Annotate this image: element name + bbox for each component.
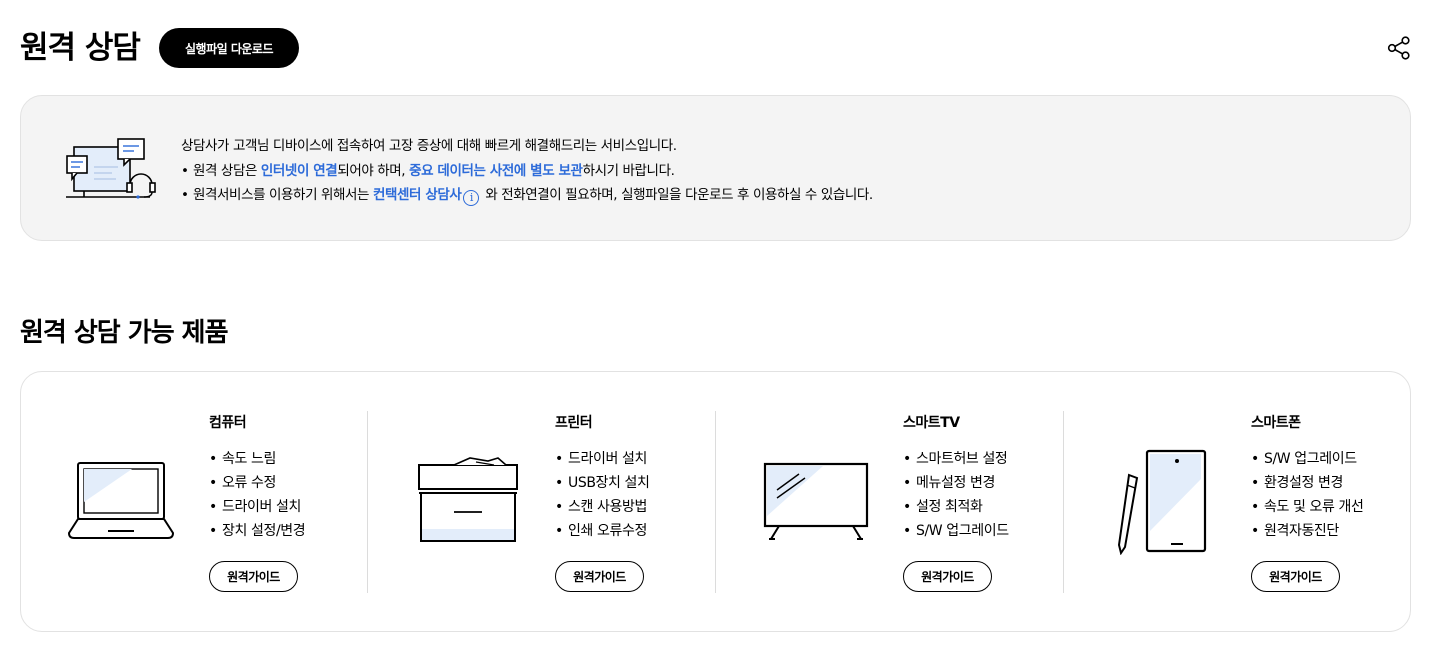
remote-guide-button-smartphone[interactable]: 원격가이드 — [1251, 561, 1340, 592]
list-item: 속도 및 오류 개선 — [1251, 495, 1364, 519]
list-item: 설정 최적화 — [903, 495, 1009, 519]
feature-list: 속도 느림 오류 수정 드라이버 설치 장치 설정/변경 — [209, 447, 306, 543]
page-header: 원격 상담 실행파일 다운로드 — [20, 27, 1412, 69]
info-icon[interactable]: i — [463, 190, 480, 206]
smartphone-icon — [1115, 449, 1207, 559]
list-item: 스캔 사용방법 — [555, 495, 650, 519]
printer-icon — [418, 457, 518, 547]
list-item: 스마트허브 설정 — [903, 447, 1009, 471]
list-item: 메뉴설정 변경 — [903, 471, 1009, 495]
info-text: 상담사가 고객님 디바이스에 접속하여 고장 증상에 대해 빠르게 해결해드리는… — [181, 134, 873, 208]
list-item: 환경설정 변경 — [1251, 471, 1364, 495]
products-panel: 컴퓨터 속도 느림 오류 수정 드라이버 설치 장치 설정/변경 원격가이드 프… — [20, 371, 1411, 632]
product-printer: 프린터 드라이버 설치 USB장치 설치 스캔 사용방법 인쇄 오류수정 원격가… — [367, 372, 715, 633]
info-line-notice: • 원격 상담은 인터넷이 연결되어야 하며, 중요 데이터는 사전에 별도 보관… — [181, 162, 675, 179]
remote-guide-button-smart-tv[interactable]: 원격가이드 — [903, 561, 992, 592]
remote-guide-button-printer[interactable]: 원격가이드 — [555, 561, 644, 592]
highlight-backup: 중요 데이터는 사전에 별도 보관 — [409, 162, 583, 179]
info-panel: 상담사가 고객님 디바이스에 접속하여 고장 증상에 대해 빠르게 해결해드리는… — [20, 95, 1411, 241]
info-line-intro: 상담사가 고객님 디바이스에 접속하여 고장 증상에 대해 빠르게 해결해드리는… — [181, 138, 677, 154]
contact-center-link[interactable]: 컨택센터 상담사 — [373, 187, 462, 203]
section-title: 원격 상담 가능 제품 — [20, 318, 229, 348]
list-item: S/W 업그레이드 — [903, 519, 1009, 543]
divider — [1063, 411, 1064, 593]
divider — [715, 411, 716, 593]
list-item: 속도 느림 — [209, 447, 305, 471]
list-item: 인쇄 오류수정 — [555, 519, 650, 543]
product-name: 컴퓨터 — [209, 415, 247, 431]
list-item: 오류 수정 — [209, 471, 305, 495]
list-item: USB장치 설치 — [555, 471, 650, 495]
tv-icon — [763, 462, 869, 546]
list-item: 드라이버 설치 — [209, 495, 305, 519]
remote-support-illustration-icon — [66, 137, 156, 201]
product-name: 프린터 — [555, 415, 593, 431]
product-computer: 컴퓨터 속도 느림 오류 수정 드라이버 설치 장치 설정/변경 원격가이드 — [21, 372, 369, 633]
download-executable-button[interactable]: 실행파일 다운로드 — [159, 28, 299, 68]
feature-list: 스마트허브 설정 메뉴설정 변경 설정 최적화 S/W 업그레이드 — [903, 447, 1009, 543]
product-smart-tv: 스마트TV 스마트허브 설정 메뉴설정 변경 설정 최적화 S/W 업그레이드 … — [715, 372, 1063, 633]
list-item: 드라이버 설치 — [555, 447, 650, 471]
product-name: 스마트폰 — [1251, 415, 1301, 431]
feature-list: S/W 업그레이드 환경설정 변경 속도 및 오류 개선 원격자동진단 — [1251, 447, 1364, 543]
divider — [367, 411, 368, 593]
list-item: 장치 설정/변경 — [209, 519, 306, 543]
highlight-internet: 인터넷이 연결 — [260, 162, 338, 179]
share-icon[interactable] — [1386, 35, 1412, 61]
product-smartphone: 스마트폰 S/W 업그레이드 환경설정 변경 속도 및 오류 개선 원격자동진단… — [1063, 372, 1411, 633]
feature-list: 드라이버 설치 USB장치 설치 스캔 사용방법 인쇄 오류수정 — [555, 447, 650, 543]
product-name: 스마트TV — [903, 415, 960, 431]
info-line-contact: • 원격서비스를 이용하기 위해서는 컨택센터 상담사 i 와 전화연결이 필요하며… — [181, 187, 873, 206]
laptop-icon — [67, 460, 175, 546]
page-title: 원격 상담 — [20, 30, 141, 66]
list-item: S/W 업그레이드 — [1251, 447, 1364, 471]
remote-guide-button-computer[interactable]: 원격가이드 — [209, 561, 298, 592]
list-item: 원격자동진단 — [1251, 519, 1364, 543]
